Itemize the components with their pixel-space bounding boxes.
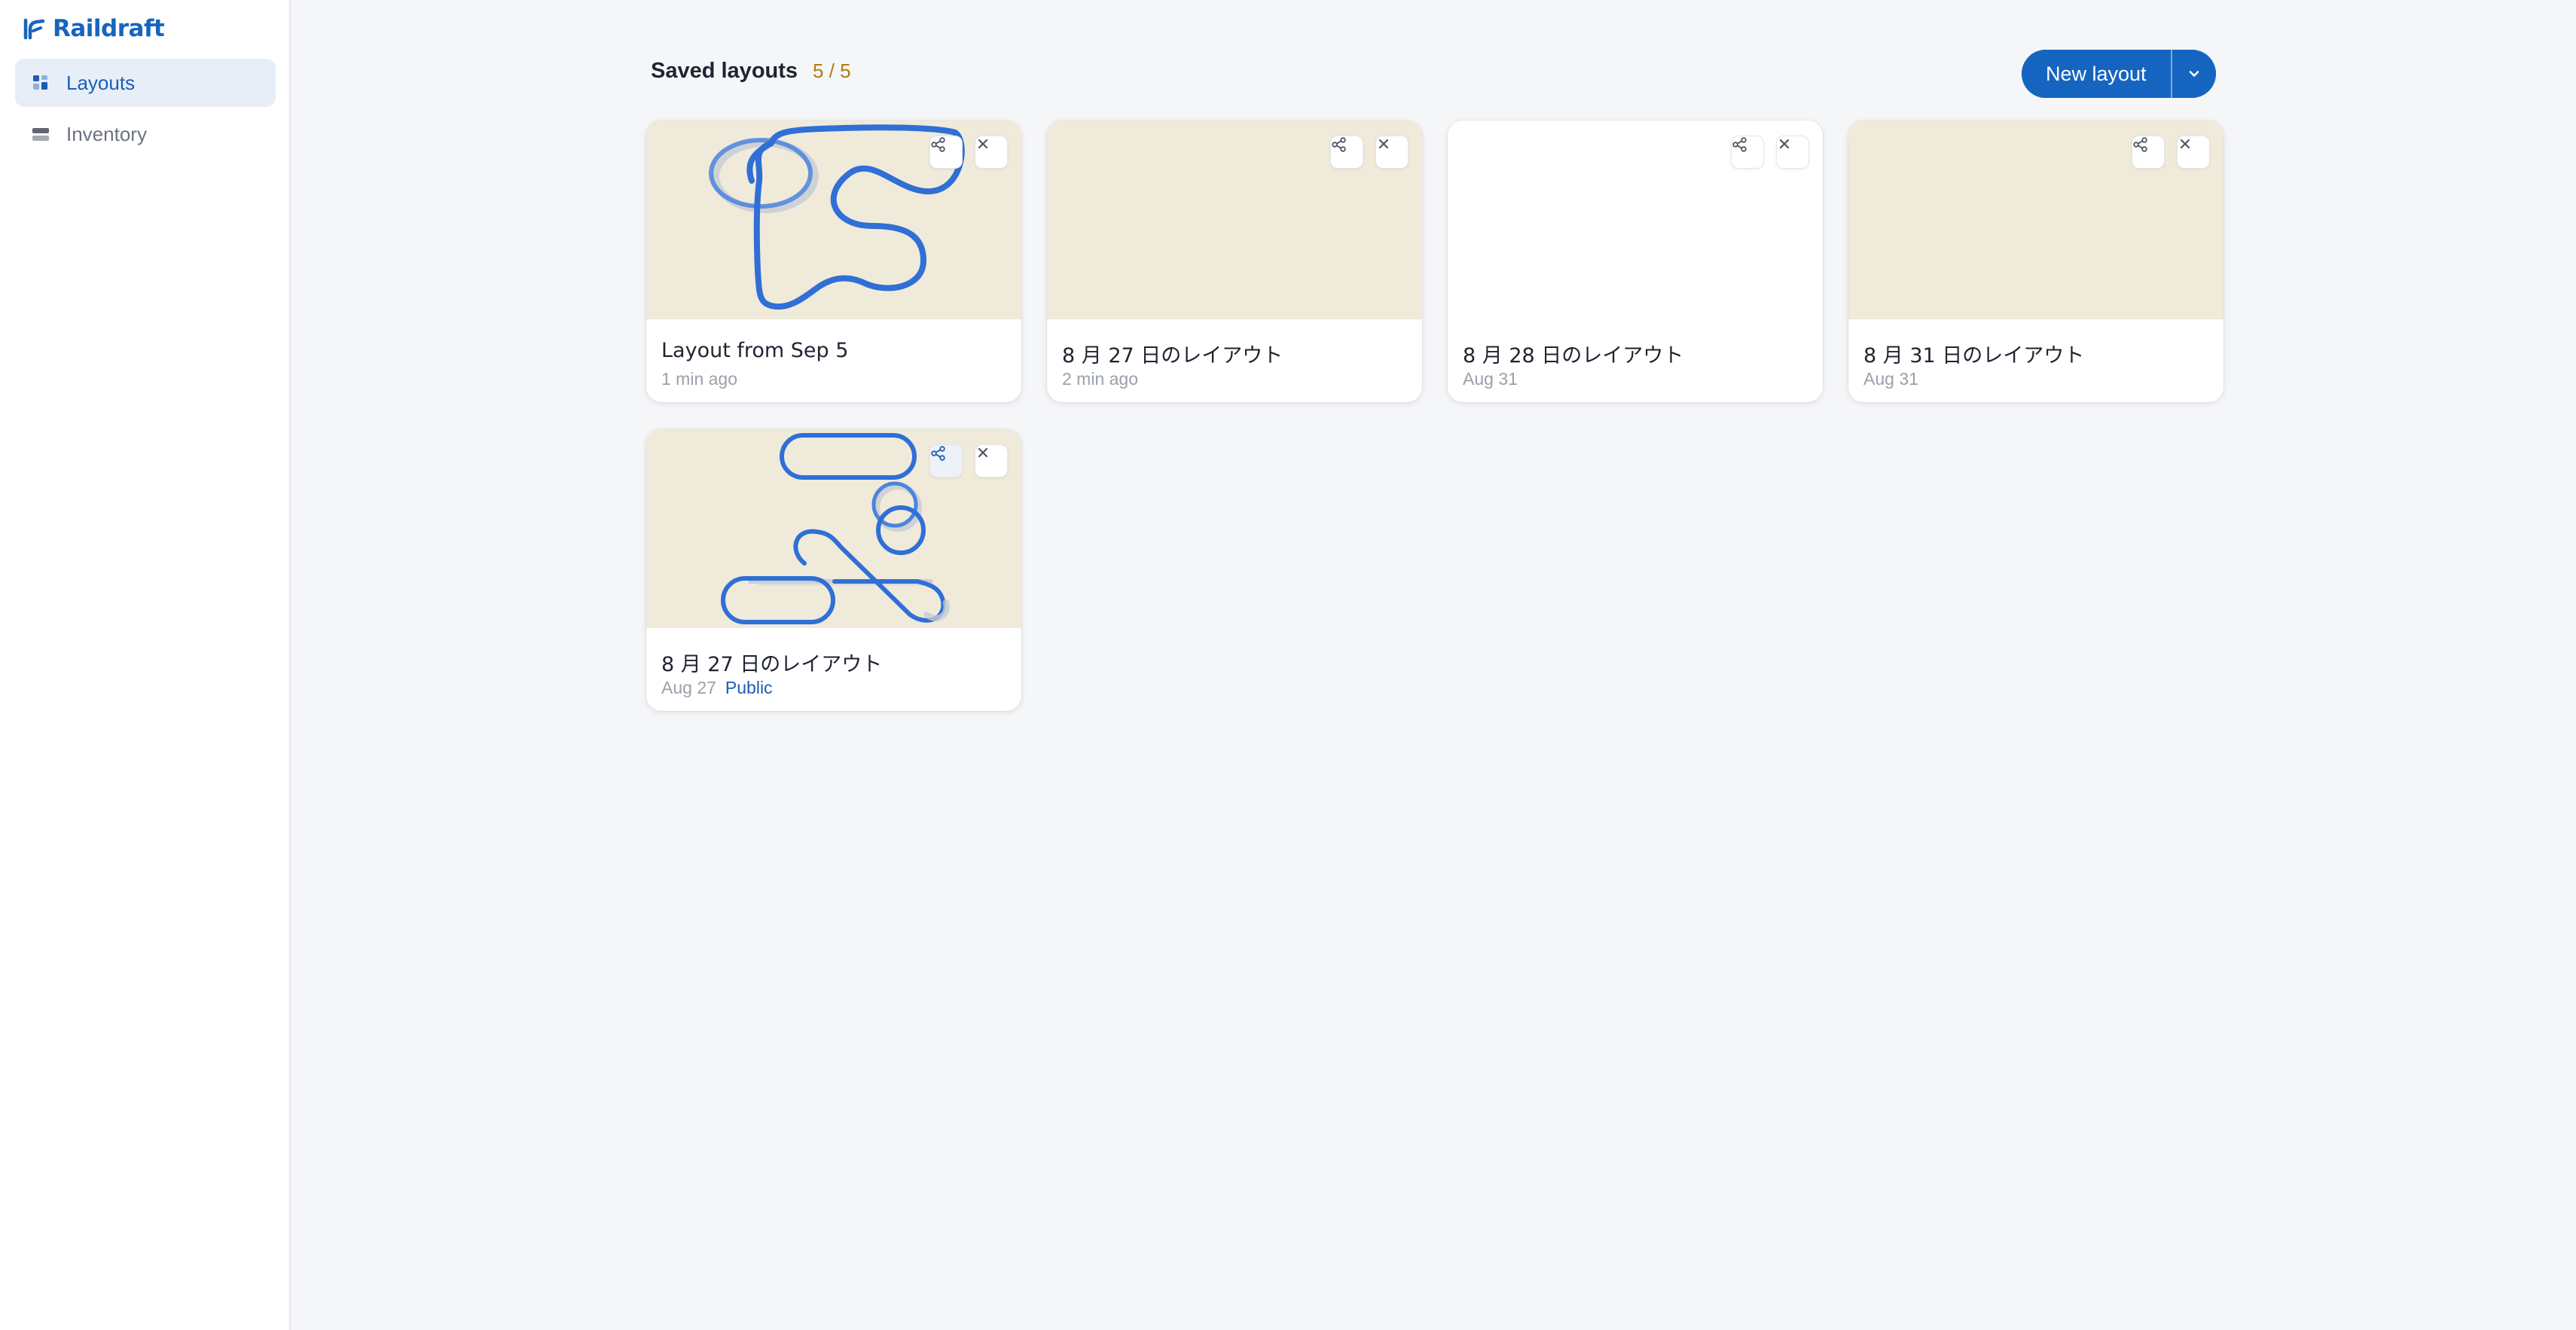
brand[interactable]: Raildraft [23,14,165,44]
close-icon [978,447,988,458]
layout-card[interactable]: 8 月 31 日のレイアウト Aug 31 [1848,120,2223,402]
layout-meta: 1 min ago [661,369,737,389]
layout-meta: Aug 27 Public [661,678,773,698]
new-layout-menu-button[interactable] [2170,50,2216,98]
delete-button[interactable] [975,136,1008,169]
track-preview [709,124,965,310]
layout-count: 5 / 5 [813,59,851,82]
close-icon [2180,139,2190,149]
share-button[interactable] [1731,136,1764,169]
close-icon [1378,139,1389,149]
layout-time: 1 min ago [661,369,738,389]
new-layout-button-group: New layout [2022,50,2216,98]
layout-time: Aug 31 [1863,369,1918,389]
layout-card[interactable]: Layout from Sep 5 1 min ago [646,120,1021,402]
sidebar-nav: Layouts Inventory [15,59,276,161]
sidebar: Raildraft Layouts Inventory [0,0,291,1330]
delete-button[interactable] [2177,136,2210,169]
layout-meta: Aug 31 [1463,369,1518,389]
layout-card[interactable]: 8 月 27 日のレイアウト 2 min ago [1047,120,1422,402]
layout-meta: Aug 31 [1863,369,1918,389]
raildraft-logo-icon [23,18,45,40]
chevron-down-icon [2189,71,2199,77]
layout-card[interactable]: 8 月 27 日のレイアウト Aug 27 Public [646,429,1021,711]
share-icon [1732,137,1747,152]
page-header: Saved layouts 5 / 5 [651,59,851,84]
track-preview [721,433,950,624]
layout-time: Aug 27 [661,678,716,697]
layout-thumbnail[interactable] [1448,120,1823,319]
close-icon [1779,139,1790,149]
share-icon [931,446,945,461]
sidebar-item-label: Inventory [66,122,147,145]
layout-title: 8 月 27 日のレイアウト [661,653,883,676]
public-badge: Public [725,678,773,697]
share-button[interactable] [929,136,963,169]
layout-title: Layout from Sep 5 [661,339,849,362]
share-button[interactable] [1330,136,1363,169]
layout-time: 2 min ago [1062,369,1139,389]
grid-icon [33,75,47,90]
sidebar-item-label: Layouts [66,71,136,94]
sidebar-item-inventory[interactable]: Inventory [15,110,276,158]
layout-thumbnail[interactable] [646,120,1021,319]
layout-meta: 2 min ago [1062,369,1138,389]
stack-icon [32,128,49,141]
layout-thumbnail[interactable] [1848,120,2223,319]
layout-title: 8 月 31 日のレイアウト [1863,344,2085,368]
delete-button[interactable] [1375,136,1409,169]
layout-thumbnail[interactable] [646,429,1021,628]
new-layout-button[interactable]: New layout [2022,50,2171,98]
close-icon [978,139,988,149]
layout-thumbnail[interactable] [1047,120,1422,319]
share-icon [1332,137,1346,152]
share-button[interactable] [2132,136,2165,169]
app-name: Raildraft [53,15,165,42]
delete-button[interactable] [975,444,1008,477]
layout-time: Aug 31 [1463,369,1518,389]
share-icon [2133,137,2147,152]
sidebar-item-layouts[interactable]: Layouts [15,59,276,107]
share-button[interactable] [929,444,963,477]
layout-title: 8 月 27 日のレイアウト [1062,344,1283,368]
layout-card[interactable]: 8 月 28 日のレイアウト Aug 31 [1448,120,1823,402]
delete-button[interactable] [1776,136,1809,169]
page-title: Saved layouts [651,59,798,83]
layout-title: 8 月 28 日のレイアウト [1463,344,1684,368]
share-icon [931,137,945,152]
